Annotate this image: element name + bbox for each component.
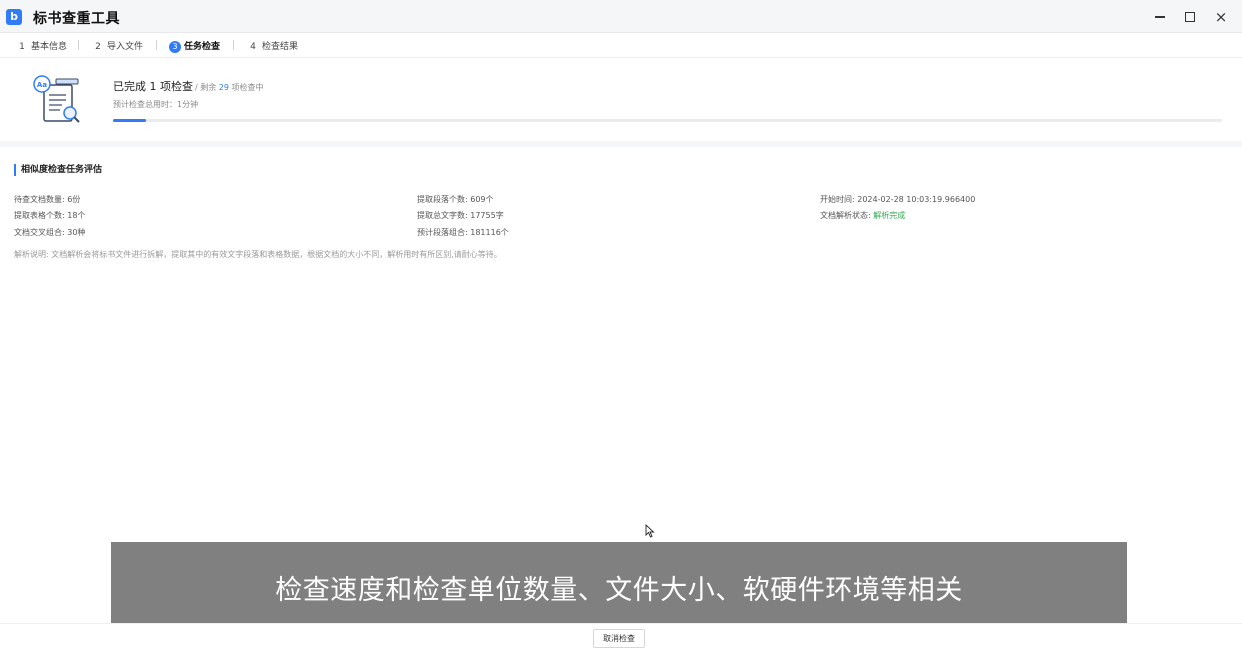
step-number: 3 [169, 41, 181, 53]
close-button[interactable]: × [1210, 6, 1232, 28]
progress-title: 已完成 1 项检查 / 剩余 29 项检查中 [113, 78, 264, 94]
info-label: 预计段落组合: [417, 228, 468, 237]
step-number: 2 [95, 42, 101, 52]
info-value: 18个 [67, 211, 86, 220]
steps-bar: 1 基本信息 2 导入文件 3 任务检查 4 检查结果 [0, 33, 1242, 58]
remaining-suffix: 项检查中 [231, 83, 264, 92]
info-label: 提取总文字数: [417, 211, 468, 220]
step-number: 1 [19, 42, 25, 52]
info-paragraph-count: 提取段落个数: 609个 [417, 194, 494, 205]
close-icon: × [1214, 8, 1228, 26]
parse-note: 解析说明: 文档解析会将标书文件进行拆解，提取其中的有效文字段落和表格数据，根据… [14, 250, 502, 259]
info-paragraph-combos: 预计段落组合: 181116个 [417, 227, 509, 238]
info-value: 17755字 [470, 211, 504, 220]
step-import-files[interactable]: 2 导入文件 [92, 39, 143, 52]
step-basic-info[interactable]: 1 基本信息 [16, 39, 67, 52]
info-label: 文档解析状态: [820, 211, 871, 220]
document-search-icon: Aa [33, 75, 80, 123]
info-value: 30种 [67, 228, 86, 237]
svg-text:Aa: Aa [37, 81, 47, 89]
info-value: 609个 [470, 195, 494, 204]
info-label: 提取表格个数: [14, 211, 65, 220]
info-table-count: 提取表格个数: 18个 [14, 210, 85, 221]
estimated-time: 预计检查总用时：1分钟 [113, 100, 199, 109]
maximize-icon [1185, 12, 1195, 22]
cancel-check-button[interactable]: 取消检查 [593, 629, 645, 648]
app-logo-icon: b [6, 9, 22, 25]
step-divider [233, 40, 234, 50]
info-cross-combos: 文档交叉组合: 30种 [14, 227, 85, 238]
remaining-text: / 剩余 29 项检查中 [195, 83, 264, 92]
step-number: 4 [250, 42, 256, 52]
step-label: 导入文件 [107, 42, 144, 52]
section-title: 相似度检查任务评估 [14, 164, 102, 176]
info-parse-status: 文档解析状态: 解析完成 [820, 210, 905, 221]
minimize-icon [1155, 16, 1165, 18]
progress-bar [113, 119, 1222, 122]
info-label: 开始时间: [820, 195, 855, 204]
info-label: 提取段落个数: [417, 195, 468, 204]
step-label: 检查结果 [262, 42, 299, 52]
step-divider [156, 40, 157, 50]
completed-text: 已完成 1 项检查 [113, 80, 193, 93]
step-task-check[interactable]: 3 任务检查 [169, 39, 220, 53]
info-value: 181116个 [470, 228, 509, 237]
caption-text: 检查速度和检查单位数量、文件大小、软硬件环境等相关 [275, 575, 963, 606]
progress-bar-fill [113, 119, 147, 122]
info-start-time: 开始时间: 2024-02-28 10:03:19.966400 [820, 194, 975, 205]
info-value: 2024-02-28 10:03:19.966400 [857, 195, 976, 204]
step-label: 基本信息 [31, 42, 68, 52]
minimize-button[interactable] [1149, 6, 1171, 28]
info-value: 6份 [67, 195, 81, 204]
info-label: 待查文档数量: [14, 195, 65, 204]
maximize-button[interactable] [1179, 6, 1201, 28]
footer-bar: 取消检查 [0, 623, 1242, 650]
app-title: 标书查重工具 [33, 11, 120, 27]
step-divider [78, 40, 79, 50]
mouse-cursor-icon [645, 524, 655, 538]
title-bar: b 标书查重工具 × [0, 0, 1242, 33]
step-label: 任务检查 [184, 42, 221, 52]
info-label: 文档交叉组合: [14, 228, 65, 237]
step-check-results[interactable]: 4 检查结果 [247, 39, 298, 52]
progress-panel: Aa 已完成 1 项检查 / 剩余 29 项检查中 预计检查总用时：1分钟 [0, 59, 1242, 147]
video-caption: 检查速度和检查单位数量、文件大小、软硬件环境等相关 [111, 542, 1127, 627]
remaining-prefix: / 剩余 [195, 83, 217, 92]
info-char-count: 提取总文字数: 17755字 [417, 210, 504, 221]
info-doc-count: 待查文档数量: 6份 [14, 194, 80, 205]
remaining-count: 29 [218, 83, 229, 92]
status-badge: 解析完成 [873, 211, 906, 220]
